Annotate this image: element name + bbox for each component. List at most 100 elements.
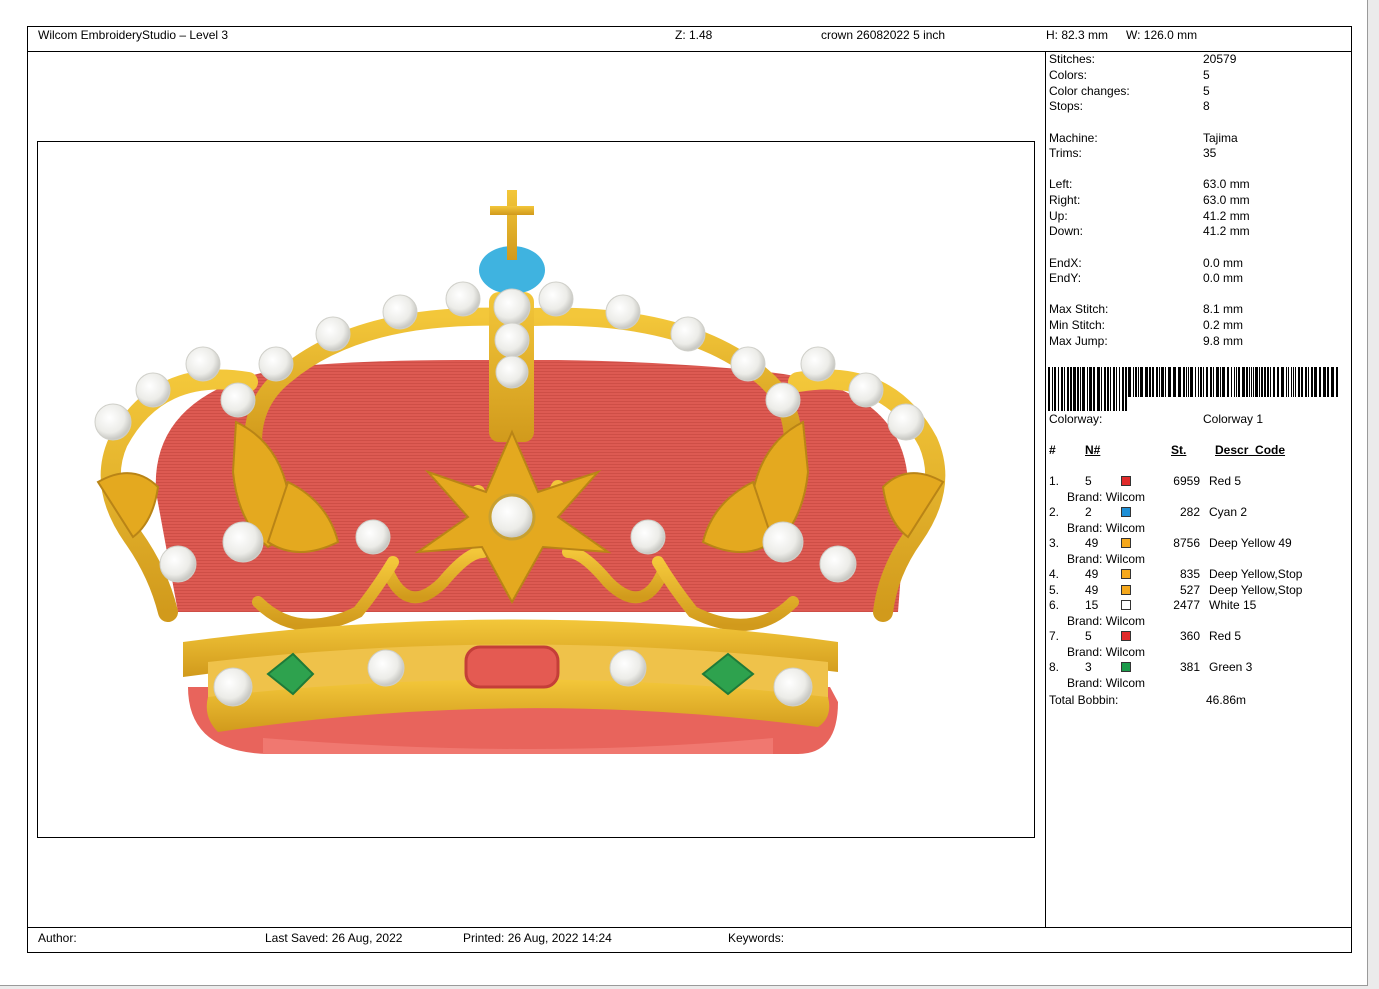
design-height: H: 82.3 mm [1046, 28, 1109, 42]
barcode-bar [1138, 367, 1139, 397]
barcode-bar [1087, 367, 1088, 411]
barcode-bar [1089, 367, 1092, 411]
barcode-bar [1116, 367, 1117, 411]
printed-date: Printed: 26 Aug, 2022 14:24 [463, 931, 612, 945]
row-needle: 49 [1085, 582, 1099, 597]
barcode-bar [1082, 367, 1085, 411]
stat-value: 35 [1203, 146, 1217, 160]
row-index: 5. [1049, 582, 1060, 597]
barcode-bar [1119, 367, 1120, 411]
barcode-bar [1198, 367, 1199, 397]
row-needle: 49 [1085, 567, 1099, 581]
stat-label: Max Stitch: [1049, 302, 1109, 316]
row-stitches: 8756 [1173, 536, 1200, 550]
stat-label: Machine: [1049, 131, 1098, 145]
stat-label: Left: [1049, 177, 1073, 191]
thread-color-swatch [1121, 600, 1131, 610]
row-index: 7. [1049, 629, 1060, 643]
colorway-label: Colorway: [1049, 412, 1103, 426]
barcode-bar [1277, 367, 1279, 397]
barcode-bar [1242, 367, 1245, 397]
design-width: W: 126.0 mm [1126, 28, 1198, 42]
app-title: Wilcom EmbroideryStudio – Level 3 [38, 28, 229, 42]
row-needle: 3 [1085, 660, 1092, 674]
row-stitches: 527 [1179, 582, 1200, 597]
barcode-bar [1195, 367, 1196, 397]
stat-value: 8.1 mm [1203, 302, 1244, 316]
barcode-bar [1073, 367, 1076, 411]
barcode-bar [1220, 367, 1221, 397]
barcode-bar [1052, 367, 1053, 411]
row-stitches: 381 [1179, 660, 1200, 674]
barcode-bar [1222, 367, 1225, 397]
barcode-bar [1110, 367, 1111, 411]
total-bobbin-label: Total Bobbin: [1049, 693, 1119, 707]
row-description: Cyan 2 [1209, 505, 1248, 519]
design-preview-area [37, 141, 1035, 838]
col-header-description: Descr_Code [1215, 443, 1286, 457]
barcode-bar [1067, 367, 1069, 411]
barcode-bar [1238, 367, 1240, 397]
production-worksheet-frame: Wilcom EmbroideryStudio – Level 3 Z: 1.4… [27, 26, 1352, 953]
row-needle: 2 [1085, 505, 1092, 519]
stat-value: 41.2 mm [1203, 224, 1250, 238]
thread-color-swatch [1121, 538, 1131, 548]
barcode-bar [1308, 367, 1309, 397]
barcode-bar [1203, 367, 1204, 397]
row-description: White 15 [1209, 598, 1257, 612]
barcode-bar [1058, 367, 1059, 411]
stat-value: 5 [1203, 68, 1210, 82]
barcode-bar [1093, 367, 1095, 411]
barcode-bar [1152, 367, 1154, 397]
row-brand: Brand: Wilcom [1067, 613, 1146, 628]
barcode-bar [1156, 367, 1158, 397]
worksheet-footer: Author: Last Saved: 26 Aug, 2022 Printed… [28, 927, 1351, 954]
row-description: Deep Yellow 49 [1209, 536, 1292, 550]
col-header-stitches: St. [1171, 443, 1187, 457]
row-needle: 5 [1085, 629, 1092, 643]
barcode-bar [1113, 367, 1115, 411]
print-preview-sheet: Wilcom EmbroideryStudio – Level 3 Z: 1.4… [0, 0, 1368, 986]
barcode-bar [1140, 367, 1143, 397]
stat-label: Right: [1049, 193, 1081, 207]
row-needle: 15 [1085, 598, 1099, 612]
barcode-bar [1101, 367, 1102, 411]
stat-value: 8 [1203, 99, 1210, 113]
barcode-bar [1331, 367, 1334, 397]
barcode-bar [1061, 367, 1063, 411]
barcode-bar [1234, 367, 1235, 397]
stat-value: 0.2 mm [1203, 318, 1244, 332]
barcode-bar [1288, 367, 1289, 397]
barcode-bar [1104, 367, 1106, 411]
barcode-bar [1206, 367, 1208, 397]
stat-label: EndX: [1049, 256, 1082, 270]
thread-color-swatch [1121, 476, 1131, 486]
row-index: 4. [1049, 567, 1060, 581]
total-bobbin-value: 46.86m [1206, 693, 1247, 707]
barcode-bar [1251, 367, 1252, 397]
stat-label: Max Jump: [1049, 334, 1108, 348]
barcode-bar [1165, 367, 1166, 397]
design-barcode [1048, 367, 1338, 411]
barcode-bar [1188, 367, 1189, 397]
barcode-bar [1107, 367, 1109, 411]
barcode-bar [1301, 367, 1303, 397]
author-label: Author: [38, 931, 77, 945]
stat-value: 0.0 mm [1203, 271, 1244, 285]
row-brand: Brand: Wilcom [1067, 489, 1146, 504]
barcode-bar [1295, 367, 1296, 397]
zoom-level: Z: 1.48 [675, 28, 713, 42]
barcode-bar [1261, 367, 1263, 397]
row-stitches: 835 [1179, 567, 1200, 581]
colorway-value: Colorway 1 [1203, 412, 1264, 426]
crown-embroidery-design [94, 190, 946, 754]
stat-label: Trims: [1049, 146, 1082, 160]
barcode-bar [1314, 367, 1317, 397]
stat-label: Up: [1049, 209, 1068, 223]
barcode-bar [1178, 367, 1181, 397]
stat-value: 63.0 mm [1203, 193, 1250, 207]
barcode-bar [1305, 367, 1307, 397]
barcode-bar [1054, 367, 1056, 411]
barcode-bar [1231, 367, 1232, 397]
barcode-bar [1249, 367, 1250, 397]
